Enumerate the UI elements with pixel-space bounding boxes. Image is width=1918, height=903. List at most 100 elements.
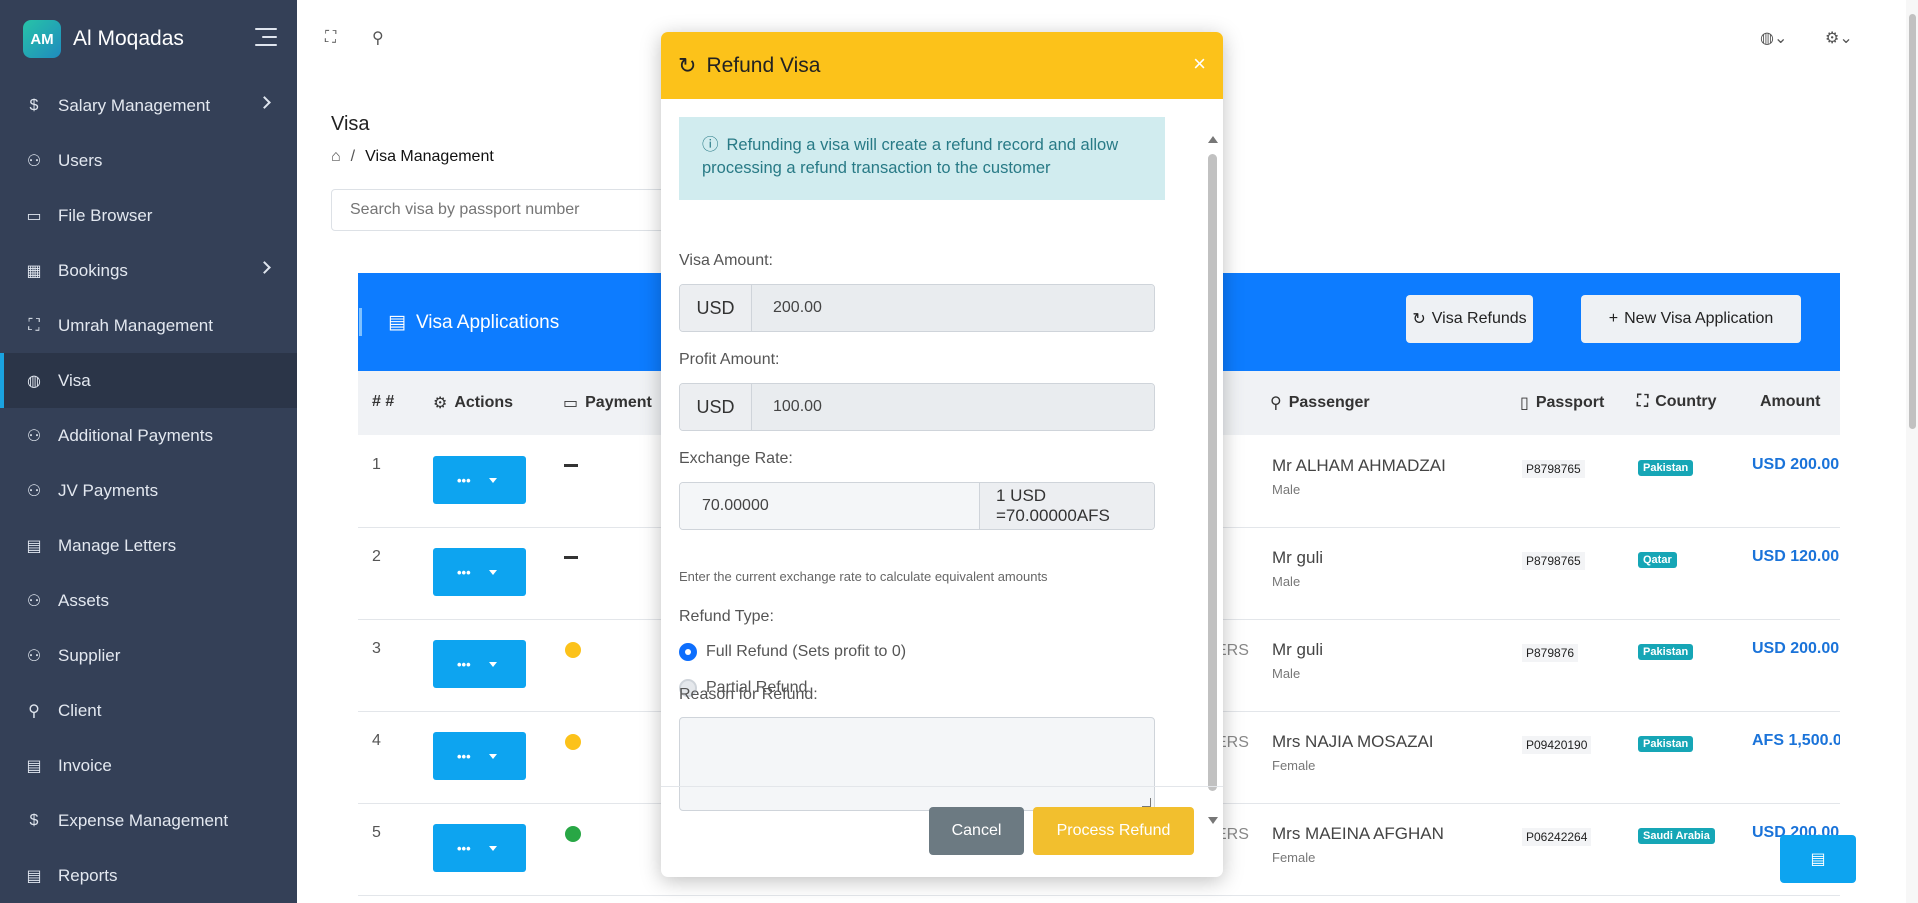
map-icon: ⛶ <box>28 316 40 334</box>
breadcrumb-separator: / <box>350 148 356 165</box>
user-icon: ⚲ <box>1270 395 1282 412</box>
header-passport-label: Passport <box>1535 394 1605 411</box>
sidebar-item-label: Salary Management <box>58 95 211 115</box>
actions-dropdown-button[interactable]: ••• <box>433 548 526 596</box>
caret-down-icon <box>488 661 497 667</box>
sidebar-item-jv-payments[interactable]: ⚇ JV Payments <box>0 463 297 518</box>
visa-refunds-label: Visa Refunds <box>1431 310 1527 327</box>
header-amount: Amount <box>1760 393 1820 411</box>
gear-icon: ⚙ <box>433 395 448 412</box>
more-icon: ••• <box>457 472 471 488</box>
more-icon: ••• <box>457 564 471 580</box>
header-num-label: # # <box>372 393 395 410</box>
sidebar-item-label: Bookings <box>58 260 128 280</box>
sidebar-item-label: Reports <box>58 865 118 885</box>
sidebar-item-umrah-management[interactable]: ⛶ Umrah Management <box>0 298 297 353</box>
actions-dropdown-button[interactable]: ••• <box>433 824 526 872</box>
exchange-rate-input[interactable]: 70.00000 <box>680 483 980 529</box>
app-name: Al Moqadas <box>73 27 184 50</box>
new-visa-application-button[interactable]: + New Visa Application <box>1581 295 1801 343</box>
globe-icon: ◍ <box>27 372 41 390</box>
exchange-rate-label: Exchange Rate: <box>679 450 793 467</box>
page-title: Visa <box>331 113 370 135</box>
caret-down-icon <box>488 569 497 575</box>
file-text-icon: ▤ <box>26 757 42 775</box>
sidebar-item-assets[interactable]: ⚇ Assets <box>0 573 297 628</box>
page-scrollbar[interactable] <box>1906 0 1918 903</box>
passenger-name: Mrs NAJIA MOSAZAI <box>1272 732 1434 751</box>
user-icon: ⚲ <box>28 702 40 720</box>
folder-icon: ▭ <box>26 207 42 225</box>
radio-checked[interactable] <box>679 643 697 661</box>
cancel-button[interactable]: Cancel <box>929 807 1024 855</box>
actions-dropdown-button[interactable]: ••• <box>433 640 526 688</box>
full-refund-radio[interactable]: Full Refund (Sets profit to 0) <box>679 643 906 661</box>
modal-body: ⓘ Refunding a visa will create a refund r… <box>679 99 1165 819</box>
sidebar-item-label: Supplier <box>58 645 121 665</box>
passenger-gender: Male <box>1272 666 1301 681</box>
process-refund-button[interactable]: Process Refund <box>1033 807 1194 855</box>
sidebar-item-additional-payments[interactable]: ⚇ Additional Payments <box>0 408 297 463</box>
sidebar-item-visa[interactable]: ◍ Visa <box>0 353 297 408</box>
visa-refunds-button[interactable]: ↻ Visa Refunds <box>1406 295 1533 343</box>
sidebar-item-supplier[interactable]: ⚇ Supplier <box>0 628 297 683</box>
header-country: ⛶ Country <box>1637 393 1717 411</box>
header-actions: ⚙ Actions <box>433 393 513 413</box>
user-plus-icon: ⚇ <box>26 152 42 170</box>
users-icon: ⚇ <box>26 592 42 610</box>
country-badge: Pakistan <box>1638 736 1694 752</box>
header-payment: ▭ Payment <box>563 393 652 413</box>
header-country-label: Country <box>1655 393 1717 410</box>
modal-scrollbar-thumb[interactable] <box>1208 154 1217 791</box>
modal-footer: Cancel Process Refund <box>661 786 1223 877</box>
sidebar-item-file-browser[interactable]: ▭ File Browser <box>0 188 297 243</box>
full-refund-label: Full Refund (Sets profit to 0) <box>706 643 907 660</box>
language-icon[interactable]: ◍⌄ <box>1760 28 1787 48</box>
sidebar-item-manage-letters[interactable]: ▤ Manage Letters <box>0 518 297 573</box>
sidebar-item-expense-management[interactable]: $ Expense Management <box>0 793 297 848</box>
exchange-rate-group: 70.00000 1 USD =70.00000AFS <box>679 482 1155 530</box>
sidebar-item-salary-management[interactable]: $ Salary Management <box>0 78 297 133</box>
book-icon: ▯ <box>1520 395 1529 412</box>
actions-dropdown-button[interactable]: ••• <box>433 732 526 780</box>
fullscreen-icon[interactable]: ⛶ <box>325 29 336 47</box>
visa-currency: USD <box>680 285 752 331</box>
home-icon[interactable]: ⌂ <box>331 148 341 166</box>
header-num: # # <box>372 393 394 411</box>
passport-number: P8798765 <box>1522 552 1585 570</box>
modal-title: Refund Visa <box>706 53 821 77</box>
header-passport: ▯ Passport <box>1520 393 1604 413</box>
breadcrumb: ⌂ / Visa Management <box>331 148 494 166</box>
search-icon[interactable]: ⚲ <box>372 28 384 48</box>
brand: AM Al Moqadas <box>0 0 297 78</box>
sidebar-item-users[interactable]: ⚇ Users <box>0 133 297 188</box>
close-icon[interactable]: × <box>1193 51 1206 77</box>
passenger-gender: Male <box>1272 482 1301 497</box>
settings-icon[interactable]: ⚙⌄ <box>1825 28 1853 48</box>
scroll-up-arrow[interactable] <box>1208 136 1218 143</box>
sidebar-item-reports[interactable]: ▤ Reports <box>0 848 297 903</box>
sidebar-item-bookings[interactable]: ▦ Bookings <box>0 243 297 298</box>
header-passenger-label: Passenger <box>1288 394 1370 411</box>
passport-number: P8798765 <box>1522 460 1585 478</box>
profit-amount-label: Profit Amount: <box>679 351 780 368</box>
country-badge: Qatar <box>1638 552 1677 568</box>
floating-document-button[interactable]: ▤ <box>1780 835 1856 883</box>
passenger-name: Mrs MAEINA AFGHAN <box>1272 824 1444 843</box>
payment-status-dot <box>565 826 581 842</box>
more-icon: ••• <box>457 748 471 764</box>
row-number: 4 <box>372 732 381 749</box>
sidebar-item-invoice[interactable]: ▤ Invoice <box>0 738 297 793</box>
visa-amount-value: 200.00 <box>752 285 1154 331</box>
menu-toggle-icon[interactable] <box>255 28 277 46</box>
breadcrumb-current: Visa Management <box>365 148 494 165</box>
scrollbar-thumb[interactable] <box>1909 14 1916 429</box>
header-actions-label: Actions <box>454 394 514 411</box>
search-input[interactable] <box>331 189 671 231</box>
country-badge: Saudi Arabia <box>1638 828 1715 844</box>
actions-dropdown-button[interactable]: ••• <box>433 456 526 504</box>
modal-scrollbar[interactable] <box>1206 104 1220 826</box>
amount: USD 120.00 <box>1752 548 1840 565</box>
sidebar-item-client[interactable]: ⚲ Client <box>0 683 297 738</box>
profit-amount-field: USD 100.00 <box>679 383 1155 431</box>
